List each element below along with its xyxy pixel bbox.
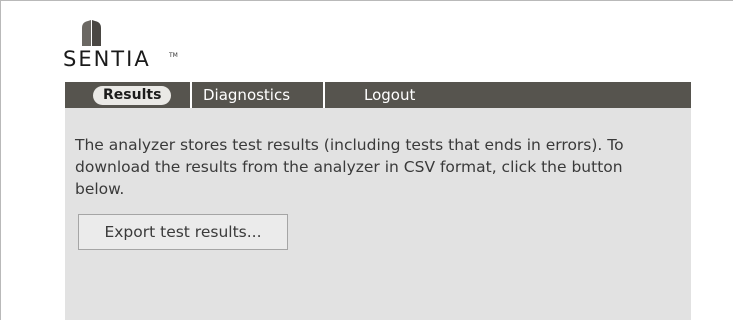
results-description: The analyzer stores test results (includ… xyxy=(75,136,624,198)
nav-bar: Results Diagnostics Logout xyxy=(65,82,691,108)
frame-left-border xyxy=(0,0,1,320)
tab-logout[interactable]: Logout xyxy=(364,82,415,108)
export-test-results-button[interactable]: Export test results... xyxy=(78,214,288,250)
trademark-mark: TM xyxy=(169,52,178,59)
tab-separator xyxy=(190,82,192,108)
frame-top-border xyxy=(0,0,733,1)
tab-diagnostics[interactable]: Diagnostics xyxy=(203,82,290,108)
tab-separator xyxy=(323,82,325,108)
tab-results[interactable]: Results xyxy=(93,86,172,105)
brand-logo-text: SENTIA xyxy=(63,47,151,71)
sentia-logo-icon xyxy=(82,20,101,46)
